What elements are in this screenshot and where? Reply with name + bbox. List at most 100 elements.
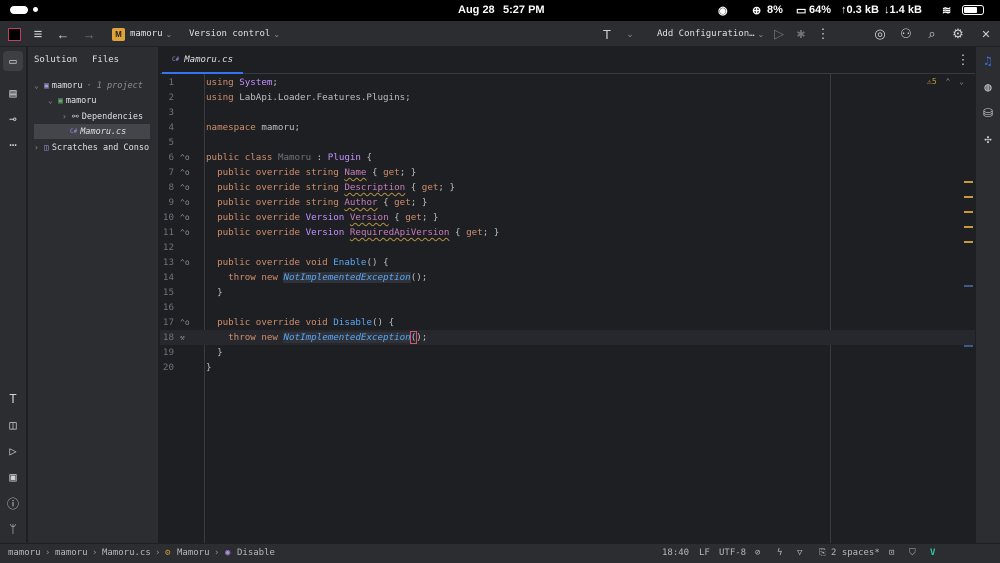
line-number: 18: [162, 332, 174, 343]
project-panel: Solution Files ⌄ ▣ mamoru · 1 project ⌄ …: [28, 47, 159, 543]
info-stripe-mark[interactable]: [964, 345, 973, 347]
inspection-ok-icon[interactable]: ⊘: [755, 548, 760, 558]
folder-icon[interactable]: ▭: [3, 51, 23, 71]
code-line: 6 ^o public class Mamoru : Plugin {: [160, 150, 975, 165]
terminal-icon[interactable]: ▣: [3, 467, 23, 487]
code-text: public override Version Version { get; }: [217, 212, 439, 223]
structure-icon[interactable]: ▤: [3, 83, 23, 103]
tab-files[interactable]: Files: [92, 55, 119, 65]
database-icon[interactable]: ⛁: [978, 103, 998, 123]
solution-icon: ▣: [44, 81, 49, 90]
title-bar: ≡ ← → M mamoru ⌄ Version control ⌄ T ⌄ A…: [0, 21, 1000, 47]
hammer-gutter-icon[interactable]: ⚒: [180, 330, 185, 345]
override-gutter-icon[interactable]: ^o: [180, 255, 190, 270]
indent-setting[interactable]: 2 spaces*: [831, 548, 880, 558]
caret-position[interactable]: 18:40: [662, 548, 689, 558]
line-number: 16: [162, 302, 174, 313]
settings-gear-icon[interactable]: ⚙: [948, 24, 968, 44]
chevron-down-icon[interactable]: ⌄: [620, 24, 640, 44]
project-selector[interactable]: M mamoru ⌄: [112, 21, 172, 47]
debug-icon[interactable]: ✱: [791, 24, 811, 44]
tree-item-file[interactable]: C# Mamoru.cs: [34, 124, 150, 139]
csharp-project-icon: ▣: [58, 96, 63, 105]
forward-arrow-icon[interactable]: →: [79, 24, 99, 44]
search-icon[interactable]: ⌕: [922, 24, 942, 44]
line-number: 10: [162, 212, 174, 223]
tree-item-label: Dependencies: [81, 111, 144, 122]
tab-solution[interactable]: Solution: [34, 55, 77, 65]
code-editor[interactable]: ⚠5 ⌃ ⌄ 1 using System; 2 using LabApi.Load…: [160, 74, 975, 543]
plugin-icon[interactable]: ✣: [978, 129, 998, 149]
tree-item-label: mamoru: [65, 95, 97, 106]
chevron-down-icon: ⌄: [273, 29, 280, 39]
override-gutter-icon[interactable]: ^o: [180, 315, 190, 330]
expand-arrow-icon[interactable]: ⌄: [48, 96, 58, 105]
breadcrumb-item[interactable]: mamoru: [55, 548, 88, 558]
warning-stripe-mark[interactable]: [964, 181, 973, 183]
breadcrumb-item[interactable]: Mamoru.cs: [102, 548, 151, 558]
file-encoding[interactable]: UTF-8: [719, 548, 746, 558]
breadcrumb-item[interactable]: Mamoru: [177, 548, 210, 558]
override-gutter-icon[interactable]: ^o: [180, 210, 190, 225]
more-horizontal-icon[interactable]: ⋯: [3, 135, 23, 155]
build-tool-icon[interactable]: T: [3, 389, 23, 409]
line-number: 4: [168, 122, 174, 133]
warning-stripe-mark[interactable]: [964, 226, 973, 228]
line-number: 1: [168, 77, 174, 88]
vue-plugin-icon[interactable]: V: [930, 548, 935, 558]
git-branch-icon[interactable]: ᛘ: [3, 519, 23, 539]
close-icon[interactable]: ✕: [976, 24, 996, 44]
battery-label: 64%: [809, 4, 832, 16]
expand-arrow-icon[interactable]: ⌄: [34, 81, 44, 90]
more-vertical-icon[interactable]: ⋮: [813, 24, 833, 44]
more-vertical-icon[interactable]: ⋮: [953, 50, 973, 70]
ai-assistant-icon[interactable]: ◎: [870, 24, 890, 44]
override-gutter-icon[interactable]: ^o: [180, 165, 190, 180]
shield-icon[interactable]: ⛉: [909, 548, 916, 558]
override-gutter-icon[interactable]: ^o: [180, 180, 190, 195]
services-icon[interactable]: ▷: [3, 441, 23, 461]
warning-stripe-mark[interactable]: [964, 196, 973, 198]
time-label: 5:27 PM: [503, 4, 545, 16]
read-only-lock-icon[interactable]: ⊡: [889, 548, 894, 558]
warning-stripe-mark[interactable]: [964, 241, 973, 243]
add-user-icon[interactable]: ⚇: [896, 24, 916, 44]
vcs-selector[interactable]: Version control ⌄: [189, 21, 280, 47]
expand-arrow-icon[interactable]: ›: [34, 143, 44, 152]
warning-stripe-mark[interactable]: [964, 211, 973, 213]
back-arrow-icon[interactable]: ←: [53, 24, 73, 44]
rider-logo-icon[interactable]: [4, 24, 24, 44]
nuget-icon[interactable]: ◫: [3, 415, 23, 435]
multitask-pill-icon: [10, 6, 28, 14]
main-menu-icon[interactable]: ≡: [28, 24, 48, 44]
tree-item-solution[interactable]: ⌄ ▣ mamoru · 1 project: [34, 78, 159, 93]
run-icon[interactable]: ▷: [769, 24, 789, 44]
override-gutter-icon[interactable]: ^o: [180, 195, 190, 210]
expand-arrow-icon[interactable]: ›: [62, 112, 72, 121]
code-text: public override void Disable() {: [217, 317, 395, 328]
code-line: 17 ^o public override void Disable() {: [160, 315, 975, 330]
notifications-bell-icon[interactable]: ♫: [978, 51, 998, 71]
line-number: 20: [162, 362, 174, 373]
upload-label: ↑0.3 kB: [841, 4, 879, 16]
ai-chat-icon[interactable]: ◍: [978, 77, 998, 97]
info-stripe-mark[interactable]: [964, 285, 973, 287]
line-separator[interactable]: LF: [699, 548, 710, 558]
breadcrumb-item[interactable]: Disable: [237, 548, 275, 558]
build-icon[interactable]: T: [597, 24, 617, 44]
tree-item-scratches[interactable]: › ◫ Scratches and Conso: [34, 140, 159, 155]
power-save-icon[interactable]: ϟ: [777, 548, 782, 558]
code-line-current: 18 ⚒ throw new NotImplementedException();: [160, 330, 975, 345]
tree-item-dependencies[interactable]: › ⚯ Dependencies: [62, 109, 159, 124]
breadcrumb-separator-icon: ›: [214, 548, 220, 558]
override-gutter-icon[interactable]: ^o: [180, 225, 190, 240]
tab-mamoru-cs[interactable]: C# Mamoru.cs: [162, 47, 244, 74]
tree-item-project[interactable]: ⌄ ▣ mamoru: [48, 93, 159, 108]
override-gutter-icon[interactable]: ^o: [180, 150, 190, 165]
problems-icon[interactable]: ⓘ: [3, 493, 23, 513]
breadcrumb-item[interactable]: mamoru: [8, 548, 41, 558]
run-config-selector[interactable]: Add Configuration… ⌄: [657, 21, 764, 47]
project-badge: M: [112, 27, 125, 41]
vcs-filter-icon[interactable]: ▽: [797, 548, 802, 558]
commit-icon[interactable]: ⊸: [3, 109, 23, 129]
